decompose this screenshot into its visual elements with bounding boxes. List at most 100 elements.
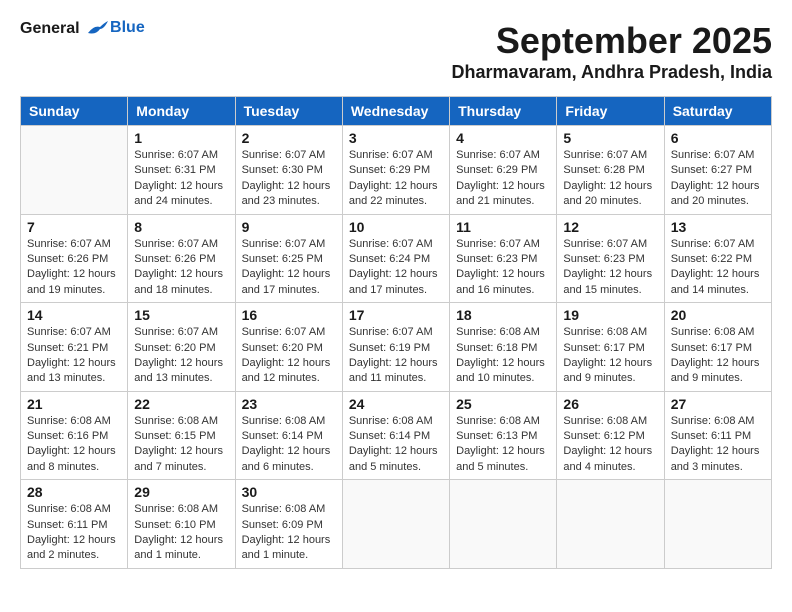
calendar-cell <box>450 480 557 569</box>
day-number: 16 <box>242 307 336 323</box>
weekday-header-thursday: Thursday <box>450 97 557 126</box>
day-number: 29 <box>134 484 228 500</box>
calendar-cell: 21 Sunrise: 6:08 AM Sunset: 6:16 PM Dayli… <box>21 391 128 480</box>
day-info: Sunrise: 6:07 AM Sunset: 6:23 PM Dayligh… <box>563 237 657 299</box>
day-number: 20 <box>671 307 765 323</box>
day-info: Sunrise: 6:08 AM Sunset: 6:17 PM Dayligh… <box>671 325 765 387</box>
day-info: Sunrise: 6:07 AM Sunset: 6:20 PM Dayligh… <box>242 325 336 387</box>
day-info: Sunrise: 6:07 AM Sunset: 6:22 PM Dayligh… <box>671 237 765 299</box>
day-info: Sunrise: 6:07 AM Sunset: 6:26 PM Dayligh… <box>134 237 228 299</box>
day-info: Sunrise: 6:08 AM Sunset: 6:16 PM Dayligh… <box>27 414 121 476</box>
day-info: Sunrise: 6:08 AM Sunset: 6:14 PM Dayligh… <box>242 414 336 476</box>
day-info: Sunrise: 6:07 AM Sunset: 6:26 PM Dayligh… <box>27 237 121 299</box>
calendar-cell: 17Sunrise: 6:07 AM Sunset: 6:19 PM Dayli… <box>342 303 449 392</box>
calendar-cell <box>664 480 771 569</box>
day-info: Sunrise: 6:08 AM Sunset: 6:17 PM Dayligh… <box>563 325 657 387</box>
day-number: 30 <box>242 484 336 500</box>
calendar-cell: 20 Sunrise: 6:08 AM Sunset: 6:17 PM Dayli… <box>664 303 771 392</box>
day-number: 7 <box>27 219 121 235</box>
calendar-cell <box>557 480 664 569</box>
day-info: Sunrise: 6:07 AM Sunset: 6:25 PM Dayligh… <box>242 237 336 299</box>
day-number: 4 <box>456 130 550 146</box>
day-info: Sunrise: 6:07 AM Sunset: 6:29 PM Dayligh… <box>349 148 443 210</box>
calendar: SundayMondayTuesdayWednesdayThursdayFrid… <box>20 96 772 569</box>
calendar-cell: 26 Sunrise: 6:08 AM Sunset: 6:12 PM Dayli… <box>557 391 664 480</box>
weekday-header-sunday: Sunday <box>21 97 128 126</box>
title-section: September 2025 Dharmavaram, Andhra Prade… <box>452 20 772 83</box>
day-number: 1 <box>134 130 228 146</box>
day-info: Sunrise: 6:08 AM Sunset: 6:18 PM Dayligh… <box>456 325 550 387</box>
calendar-cell: 30 Sunrise: 6:08 AM Sunset: 6:09 PM Dayli… <box>235 480 342 569</box>
day-number: 5 <box>563 130 657 146</box>
calendar-week-1: 1Sunrise: 6:07 AM Sunset: 6:31 PM Daylig… <box>21 126 772 215</box>
day-info: Sunrise: 6:08 AM Sunset: 6:09 PM Dayligh… <box>242 502 336 564</box>
calendar-cell: 14 Sunrise: 6:07 AM Sunset: 6:21 PM Dayli… <box>21 303 128 392</box>
calendar-cell: 12 Sunrise: 6:07 AM Sunset: 6:23 PM Dayli… <box>557 214 664 303</box>
calendar-cell: 13 Sunrise: 6:07 AM Sunset: 6:22 PM Dayli… <box>664 214 771 303</box>
calendar-cell: 19 Sunrise: 6:08 AM Sunset: 6:17 PM Dayli… <box>557 303 664 392</box>
day-info: Sunrise: 6:07 AM Sunset: 6:24 PM Dayligh… <box>349 237 443 299</box>
calendar-cell: 10 Sunrise: 6:07 AM Sunset: 6:24 PM Dayli… <box>342 214 449 303</box>
calendar-body: 1Sunrise: 6:07 AM Sunset: 6:31 PM Daylig… <box>21 126 772 569</box>
day-info: Sunrise: 6:07 AM Sunset: 6:29 PM Dayligh… <box>456 148 550 210</box>
calendar-week-4: 21 Sunrise: 6:08 AM Sunset: 6:16 PM Dayli… <box>21 391 772 480</box>
day-info: Sunrise: 6:08 AM Sunset: 6:15 PM Dayligh… <box>134 414 228 476</box>
day-number: 27 <box>671 396 765 412</box>
calendar-cell: 7 Sunrise: 6:07 AM Sunset: 6:26 PM Daylig… <box>21 214 128 303</box>
day-number: 3 <box>349 130 443 146</box>
weekday-header-friday: Friday <box>557 97 664 126</box>
day-number: 8 <box>134 219 228 235</box>
calendar-cell <box>342 480 449 569</box>
calendar-cell: 29Sunrise: 6:08 AM Sunset: 6:10 PM Dayli… <box>128 480 235 569</box>
day-info: Sunrise: 6:07 AM Sunset: 6:20 PM Dayligh… <box>134 325 228 387</box>
day-info: Sunrise: 6:07 AM Sunset: 6:23 PM Dayligh… <box>456 237 550 299</box>
day-number: 6 <box>671 130 765 146</box>
day-info: Sunrise: 6:08 AM Sunset: 6:14 PM Dayligh… <box>349 414 443 476</box>
day-info: Sunrise: 6:08 AM Sunset: 6:11 PM Dayligh… <box>27 502 121 564</box>
day-info: Sunrise: 6:07 AM Sunset: 6:21 PM Dayligh… <box>27 325 121 387</box>
day-number: 11 <box>456 219 550 235</box>
day-number: 13 <box>671 219 765 235</box>
day-number: 12 <box>563 219 657 235</box>
day-number: 9 <box>242 219 336 235</box>
day-number: 26 <box>563 396 657 412</box>
month-year: September 2025 <box>452 20 772 62</box>
day-info: Sunrise: 6:08 AM Sunset: 6:12 PM Dayligh… <box>563 414 657 476</box>
calendar-cell: 5 Sunrise: 6:07 AM Sunset: 6:28 PM Daylig… <box>557 126 664 215</box>
calendar-cell: 15Sunrise: 6:07 AM Sunset: 6:20 PM Dayli… <box>128 303 235 392</box>
day-info: Sunrise: 6:07 AM Sunset: 6:28 PM Dayligh… <box>563 148 657 210</box>
calendar-cell: 23 Sunrise: 6:08 AM Sunset: 6:14 PM Dayli… <box>235 391 342 480</box>
calendar-cell: 27 Sunrise: 6:08 AM Sunset: 6:11 PM Dayli… <box>664 391 771 480</box>
location: Dharmavaram, Andhra Pradesh, India <box>452 62 772 83</box>
day-info: Sunrise: 6:08 AM Sunset: 6:11 PM Dayligh… <box>671 414 765 476</box>
day-number: 2 <box>242 130 336 146</box>
calendar-cell: 6Sunrise: 6:07 AM Sunset: 6:27 PM Daylig… <box>664 126 771 215</box>
day-number: 28 <box>27 484 121 500</box>
day-info: Sunrise: 6:07 AM Sunset: 6:19 PM Dayligh… <box>349 325 443 387</box>
day-number: 10 <box>349 219 443 235</box>
calendar-cell: 22 Sunrise: 6:08 AM Sunset: 6:15 PM Dayli… <box>128 391 235 480</box>
day-info: Sunrise: 6:07 AM Sunset: 6:30 PM Dayligh… <box>242 148 336 210</box>
day-number: 24 <box>349 396 443 412</box>
calendar-cell: 9 Sunrise: 6:07 AM Sunset: 6:25 PM Daylig… <box>235 214 342 303</box>
day-number: 22 <box>134 396 228 412</box>
day-info: Sunrise: 6:08 AM Sunset: 6:13 PM Dayligh… <box>456 414 550 476</box>
day-number: 19 <box>563 307 657 323</box>
calendar-cell: 3 Sunrise: 6:07 AM Sunset: 6:29 PM Daylig… <box>342 126 449 215</box>
calendar-header-row: SundayMondayTuesdayWednesdayThursdayFrid… <box>21 97 772 126</box>
day-number: 21 <box>27 396 121 412</box>
calendar-cell: 24 Sunrise: 6:08 AM Sunset: 6:14 PM Dayli… <box>342 391 449 480</box>
day-number: 14 <box>27 307 121 323</box>
calendar-cell: 1Sunrise: 6:07 AM Sunset: 6:31 PM Daylig… <box>128 126 235 215</box>
weekday-header-saturday: Saturday <box>664 97 771 126</box>
weekday-header-monday: Monday <box>128 97 235 126</box>
calendar-week-2: 7 Sunrise: 6:07 AM Sunset: 6:26 PM Daylig… <box>21 214 772 303</box>
logo: General Blue <box>20 20 145 38</box>
calendar-cell: 16 Sunrise: 6:07 AM Sunset: 6:20 PM Dayli… <box>235 303 342 392</box>
day-number: 18 <box>456 307 550 323</box>
calendar-cell: 28 Sunrise: 6:08 AM Sunset: 6:11 PM Dayli… <box>21 480 128 569</box>
weekday-header-tuesday: Tuesday <box>235 97 342 126</box>
day-number: 23 <box>242 396 336 412</box>
weekday-header-wednesday: Wednesday <box>342 97 449 126</box>
calendar-cell: 25Sunrise: 6:08 AM Sunset: 6:13 PM Dayli… <box>450 391 557 480</box>
